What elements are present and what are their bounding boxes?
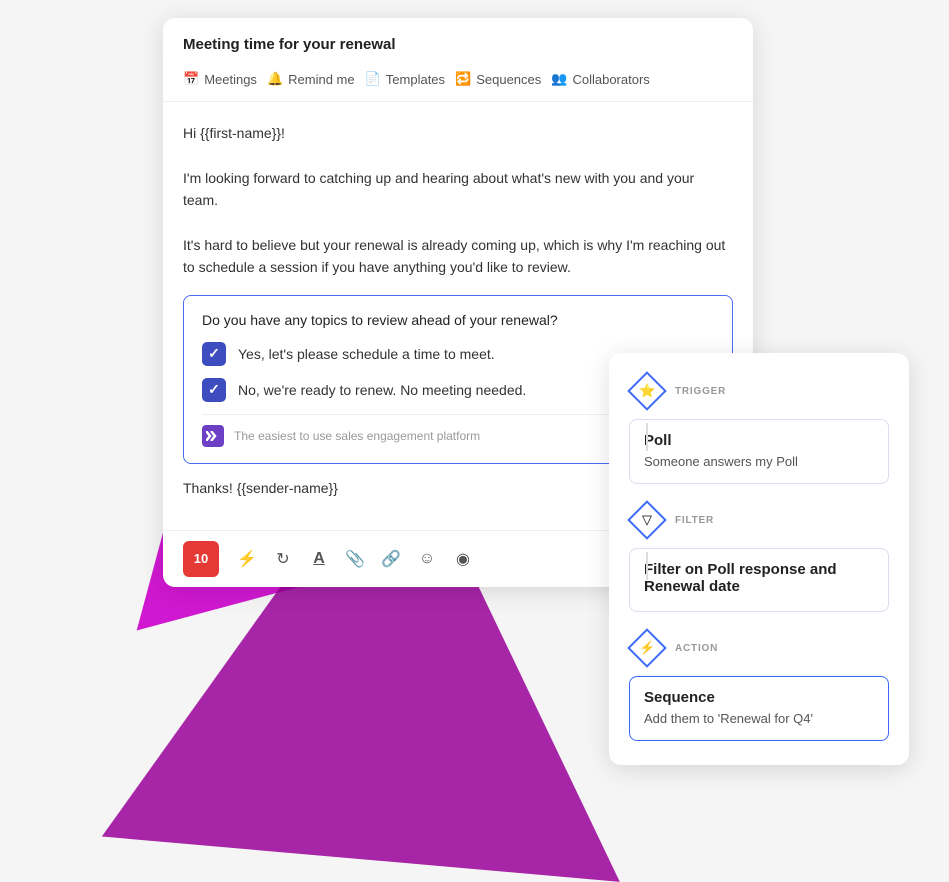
- workflow-card: ⭐ TRIGGER Poll Someone answers my Poll ▽…: [609, 353, 909, 765]
- action-description: Add them to 'Renewal for Q4': [644, 710, 874, 728]
- send-button[interactable]: 10: [183, 541, 219, 577]
- trigger-content-box: Poll Someone answers my Poll: [629, 419, 889, 484]
- email-nav: 📅 Meetings 🔔 Remind me 📄 Templates 🔁 Seq…: [183, 67, 733, 91]
- trigger-star-icon: ⭐: [639, 383, 655, 399]
- email-header: Meeting time for your renewal 📅 Meetings…: [163, 18, 753, 102]
- filter-tag: FILTER: [675, 515, 714, 526]
- text-format-icon-btn[interactable]: A: [303, 543, 335, 575]
- calendar-icon: 📅: [183, 71, 199, 87]
- filter-title: Filter on Poll response and Renewal date: [644, 561, 874, 595]
- filter-icon: ▽: [642, 512, 652, 528]
- workflow-action-header: ⚡ ACTION: [629, 630, 889, 666]
- workflow-action-item: ⚡ ACTION Sequence Add them to 'Renewal f…: [629, 630, 889, 741]
- workflow-trigger-item: ⭐ TRIGGER Poll Someone answers my Poll: [629, 373, 889, 484]
- refresh-icon-btn[interactable]: ↻: [267, 543, 299, 575]
- poll-footer-text: The easiest to use sales engagement plat…: [234, 429, 480, 443]
- nav-sequences[interactable]: 🔁 Sequences: [455, 67, 551, 91]
- trigger-tag: TRIGGER: [675, 386, 726, 397]
- collaborators-icon: 👥: [551, 71, 567, 87]
- more-icon-btn[interactable]: ◉: [447, 543, 479, 575]
- body-line2: I'm looking forward to catching up and h…: [183, 170, 694, 208]
- nav-collaborators[interactable]: 👥 Collaborators: [551, 67, 660, 91]
- nav-meetings[interactable]: 📅 Meetings: [183, 67, 267, 91]
- lightning-icon-btn[interactable]: ⚡: [231, 543, 263, 575]
- bell-icon: 🔔: [267, 71, 283, 87]
- action-title: Sequence: [644, 689, 874, 706]
- poll-checkbox-2[interactable]: [202, 378, 226, 402]
- email-body-text: Hi {{first-name}}! I'm looking forward t…: [183, 122, 733, 279]
- action-tag: ACTION: [675, 643, 718, 654]
- poll-option-1-text: Yes, let's please schedule a time to mee…: [238, 346, 495, 362]
- attachment-icon-btn[interactable]: 📎: [339, 543, 371, 575]
- emoji-icon-btn[interactable]: ☺: [411, 543, 443, 575]
- poll-option-2-text: No, we're ready to renew. No meeting nee…: [238, 382, 526, 398]
- trigger-connector: [646, 423, 648, 451]
- filter-connector: [646, 552, 648, 580]
- email-subject: Meeting time for your renewal: [183, 36, 733, 53]
- nav-remind-me[interactable]: 🔔 Remind me: [267, 67, 365, 91]
- nav-templates[interactable]: 📄 Templates: [365, 67, 455, 91]
- filter-content-box: Filter on Poll response and Renewal date: [629, 548, 889, 612]
- mixmax-logo: [202, 425, 224, 447]
- trigger-title: Poll: [644, 432, 874, 449]
- trigger-description: Someone answers my Poll: [644, 453, 874, 471]
- action-content-box: Sequence Add them to 'Renewal for Q4': [629, 676, 889, 741]
- sequence-icon: 🔁: [455, 71, 471, 87]
- poll-question: Do you have any topics to review ahead o…: [202, 312, 714, 328]
- template-icon: 📄: [365, 71, 381, 87]
- workflow-filter-item: ▽ FILTER Filter on Poll response and Ren…: [629, 502, 889, 612]
- body-line3: It's hard to believe but your renewal is…: [183, 237, 725, 275]
- action-lightning-icon: ⚡: [639, 640, 655, 656]
- workflow-filter-header: ▽ FILTER: [629, 502, 889, 538]
- workflow-trigger-header: ⭐ TRIGGER: [629, 373, 889, 409]
- link-icon-btn[interactable]: 🔗: [375, 543, 407, 575]
- poll-checkbox-1[interactable]: [202, 342, 226, 366]
- greeting-line: Hi {{first-name}}!: [183, 125, 285, 141]
